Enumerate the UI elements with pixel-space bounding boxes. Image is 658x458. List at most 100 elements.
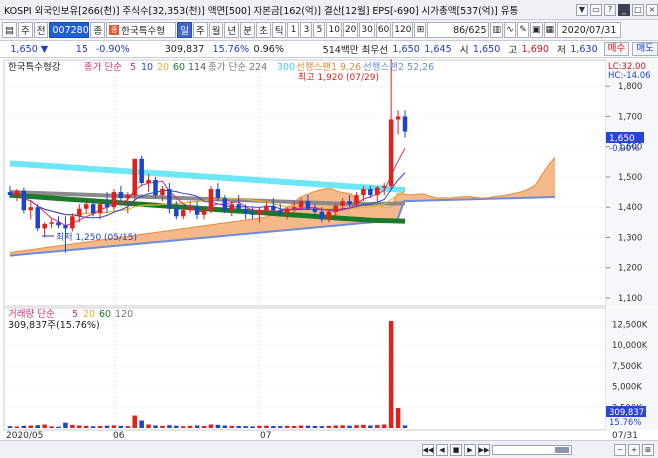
candle-body: [180, 210, 186, 217]
price-tick-label: 1,800: [618, 82, 642, 92]
stock-name-field[interactable]: 종 한국특수형: [106, 22, 177, 38]
period-week[interactable]: 주: [192, 22, 208, 38]
scroll-end-icon[interactable]: ▶▶: [478, 443, 490, 456]
period-second[interactable]: 초: [255, 22, 271, 38]
volume-bar: [257, 425, 262, 428]
calendar-icon[interactable]: ▦: [543, 22, 557, 38]
legend-ma60: 60: [173, 62, 185, 73]
period-month[interactable]: 월: [208, 22, 224, 38]
high-label: 고: [508, 45, 518, 56]
volume-bar: [402, 425, 408, 428]
zoom-in-icon[interactable]: +: [628, 443, 640, 456]
candle-body: [312, 208, 318, 212]
indicator-icon[interactable]: ∿: [504, 22, 516, 38]
last-price-percent: -0.90%: [609, 144, 639, 154]
period-year[interactable]: 년: [224, 22, 240, 38]
candle-body: [77, 208, 82, 217]
annotation-low: 최저 1,250 (05/15): [56, 232, 137, 243]
save-icon[interactable]: ▣: [530, 22, 543, 38]
volume-bar: [291, 426, 297, 428]
volume-tick-label: 5,000K: [612, 383, 642, 393]
candle-body: [118, 192, 124, 199]
price-change: 15: [75, 43, 88, 55]
volume-bar: [132, 415, 137, 428]
buy-button[interactable]: 매수: [603, 42, 630, 56]
date-field[interactable]: 2020/07/31: [557, 22, 622, 38]
volume-bar: [167, 425, 172, 428]
minute-5[interactable]: 5: [313, 22, 326, 38]
grid-icon[interactable]: ⊞: [642, 443, 654, 456]
volume-bar: [49, 426, 54, 428]
volume-bar: [264, 425, 269, 428]
candle-body: [222, 198, 228, 211]
candle-body: [49, 222, 54, 224]
stock-name: 한국특수형: [121, 26, 165, 37]
chart-canvas[interactable]: 1,8001,7001,6001,5001,4001,3001,2001,100…: [0, 58, 658, 441]
dropdown-icon[interactable]: ▼: [576, 3, 588, 16]
candle-body: [326, 211, 332, 220]
volume-bar: [361, 424, 366, 428]
sell-button[interactable]: 매도: [632, 42, 658, 56]
candle-body: [111, 192, 117, 208]
candle-body: [139, 158, 144, 183]
volume-bar: [395, 408, 401, 428]
draw-icon[interactable]: ✎: [517, 22, 529, 38]
candle-body: [368, 189, 373, 196]
candle-body: [395, 116, 401, 120]
period-tick[interactable]: 틱: [271, 22, 287, 38]
candle-body: [167, 189, 172, 209]
zoom-out-icon[interactable]: −: [614, 443, 626, 456]
scroll-start-icon[interactable]: ◀◀: [422, 443, 434, 456]
candle-body: [56, 222, 61, 226]
volume-legend-ma60: 60: [99, 309, 111, 320]
candle-body: [375, 187, 380, 196]
link-icon[interactable]: ⊞: [414, 22, 427, 38]
prev-button[interactable]: 전: [33, 22, 49, 38]
volume-bar: [312, 426, 318, 428]
minute-120[interactable]: 120: [392, 22, 414, 38]
help-icon[interactable]: ?: [604, 3, 616, 16]
maximize-icon[interactable]: □: [632, 3, 644, 16]
scroll-left-icon[interactable]: ◀: [436, 443, 448, 456]
candle-body: [146, 179, 151, 183]
chart-type-icon[interactable]: ▥: [490, 22, 503, 38]
minute-3[interactable]: 3: [300, 22, 313, 38]
volume-current: 309,837주(15.76%): [8, 320, 100, 331]
menu-icon[interactable]: ▤: [2, 22, 17, 38]
scroll-right-icon[interactable]: ▶: [464, 443, 476, 456]
period-minute[interactable]: 분: [240, 22, 255, 38]
minute-1[interactable]: 1: [287, 22, 300, 38]
search-stock-button[interactable]: 종: [90, 22, 106, 38]
week-button[interactable]: 주: [17, 22, 33, 38]
data-count-field[interactable]: 86/625: [427, 22, 490, 38]
volume-bar: [354, 425, 359, 428]
minute-30[interactable]: 30: [359, 22, 375, 38]
horizontal-scrollbar[interactable]: [492, 444, 572, 455]
stock-code-input[interactable]: 007280: [49, 22, 90, 38]
volume-bar: [333, 425, 338, 428]
low-price: 1,630: [570, 43, 598, 55]
volume-bar: [201, 426, 207, 428]
high-price: 1,690: [521, 43, 550, 55]
candle-body: [153, 179, 158, 196]
candle-body: [28, 207, 34, 211]
close-icon[interactable]: ×: [646, 3, 658, 16]
chart-area[interactable]: 1,800 1,700 1,600 1,500 1,400 1,300 1,200 1,100…: [0, 58, 658, 441]
minute-20[interactable]: 20: [342, 22, 359, 38]
candle-body: [319, 211, 325, 220]
volume-bar: [21, 425, 27, 428]
volume-legend-ma5: 5: [72, 309, 78, 320]
scrollbar-thumb[interactable]: [555, 446, 569, 453]
period-day[interactable]: 일: [177, 22, 192, 38]
legend-ichimoku-label: 종가 단순 224: [208, 62, 267, 73]
legend-ma114: 114: [188, 62, 206, 73]
candle-body: [402, 116, 408, 132]
volume-bar: [77, 425, 82, 428]
minute-60[interactable]: 60: [375, 22, 392, 38]
stop-icon[interactable]: ■: [450, 443, 462, 456]
minimize-icon[interactable]: _: [618, 3, 630, 16]
minute-10[interactable]: 10: [326, 22, 342, 38]
candle-body: [229, 204, 235, 211]
restore-icon[interactable]: ▭: [590, 3, 602, 16]
price-tick-label: 1,400: [618, 203, 642, 213]
